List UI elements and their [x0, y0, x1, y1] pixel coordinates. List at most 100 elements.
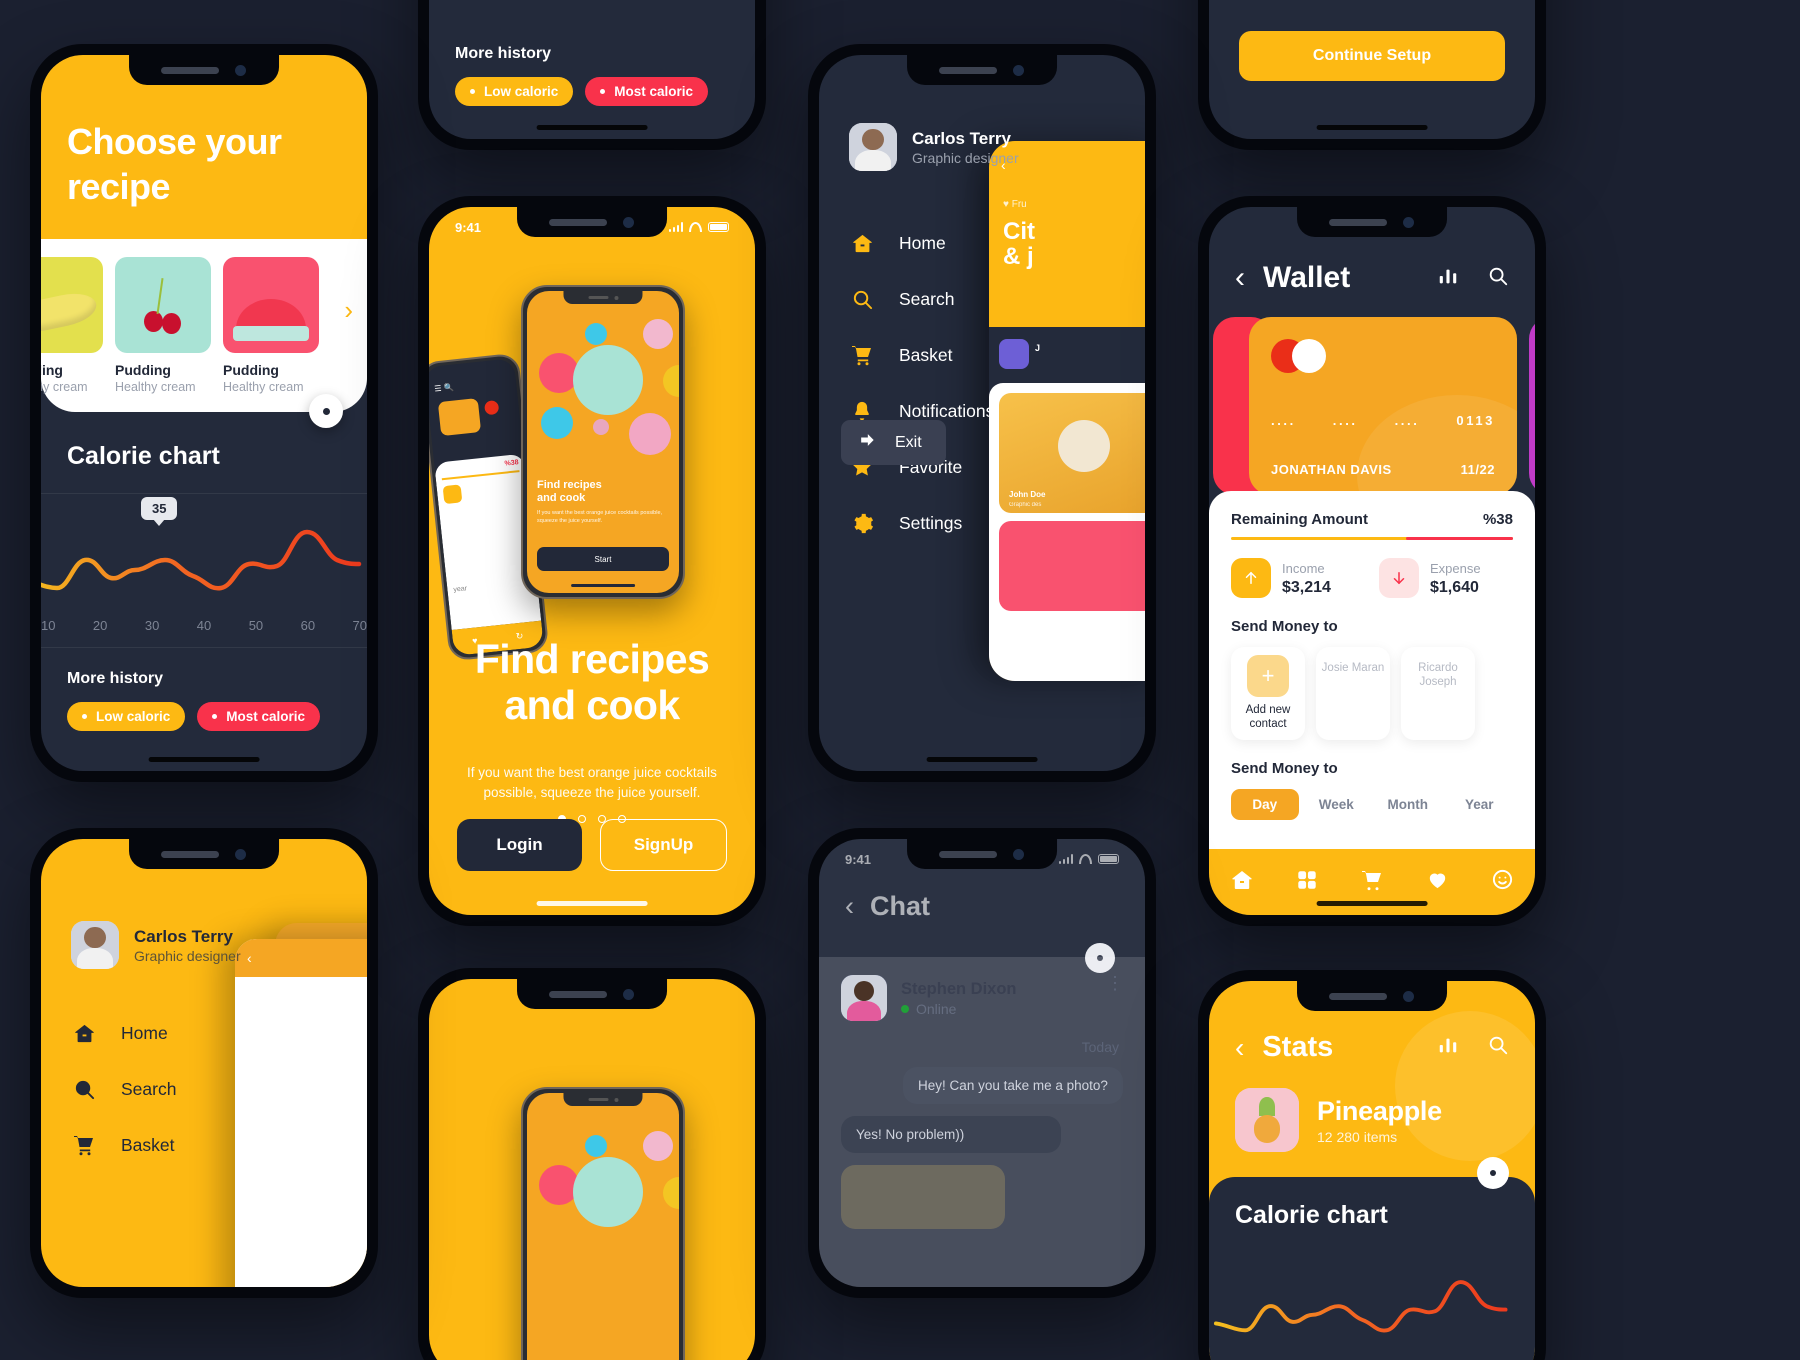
phone-recipe: Choose your recipe Pudding Healthy cream… [30, 44, 378, 782]
card-carousel[interactable]: 22 .... .... .... 0113 JONATHAN DAVIS 11… [1209, 317, 1535, 503]
mock-start-button[interactable]: Start [537, 547, 669, 571]
legend-low-caloric[interactable]: Low caloric [67, 702, 186, 731]
camera-icon [235, 848, 247, 860]
sidebar-item-search[interactable]: Search [71, 1061, 367, 1117]
recipe-subtitle: Healthy cream [41, 380, 88, 394]
showcase-canvas: More history Low caloric Most caloric Co… [0, 0, 1800, 1360]
scroll-down-button[interactable] [1477, 1157, 1509, 1189]
bubble-banana-icon [643, 1131, 673, 1161]
notch [129, 55, 279, 85]
contact-card[interactable]: Josie Maran [1316, 647, 1390, 740]
legend-dot-icon [600, 89, 606, 94]
nav-grid-icon[interactable] [1296, 869, 1318, 896]
chat-bubble-incoming: Yes! No problem)) [841, 1116, 1061, 1153]
speaker-icon [1329, 218, 1388, 226]
contact-card[interactable]: Ricardo Joseph [1401, 647, 1475, 740]
tab-month[interactable]: Month [1374, 789, 1442, 820]
battery-icon [708, 222, 729, 232]
recipe-card-carousel[interactable]: Pudding Healthy cream Pudding Healthy cr… [41, 239, 367, 428]
legend-dot-icon [82, 714, 87, 719]
page-title: Chat [870, 891, 930, 921]
tab-year[interactable]: Year [1446, 789, 1514, 820]
remaining-progress-bar [1231, 537, 1513, 540]
chevron-left-icon[interactable]: ‹ [1235, 1033, 1244, 1062]
sidebar-item-search[interactable]: Search [849, 271, 1145, 327]
sidebar-item-home[interactable]: Home [849, 215, 1145, 271]
bar-chart-icon[interactable] [1437, 265, 1459, 292]
credit-card-next[interactable]: JO [1529, 317, 1535, 495]
bubble-lemon-icon [663, 365, 679, 397]
remaining-percent: %38 [1482, 511, 1513, 528]
home-icon [71, 1022, 97, 1045]
x-tick: 30 [144, 618, 160, 633]
sidebar-item-basket[interactable]: Basket [71, 1117, 367, 1173]
sidebar-item-settings[interactable]: Settings [849, 495, 1145, 551]
profile-name: Carlos Terry [134, 926, 233, 946]
tab-week[interactable]: Week [1303, 789, 1371, 820]
camera-icon [1403, 216, 1415, 228]
home-indicator [148, 757, 260, 762]
plus-icon: + [1247, 655, 1289, 697]
more-history-heading: More history [67, 670, 164, 687]
notch [517, 207, 667, 237]
home-indicator [536, 125, 648, 130]
contact-name: Stephen Dixon [901, 979, 1017, 998]
recipe-name: Pudding [115, 362, 171, 378]
recipe-card[interactable]: Pudding Healthy cream [223, 257, 319, 394]
recipe-name: Pudding [41, 362, 63, 378]
chat-contact[interactable]: Stephen Dixon Online [841, 975, 1123, 1021]
continue-setup-button[interactable]: Continue Setup [1239, 31, 1505, 81]
arrow-down-icon [1379, 558, 1419, 598]
calorie-legend: Low caloric Most caloric [67, 702, 341, 731]
more-vertical-icon[interactable]: ⋮ [1106, 973, 1125, 994]
profile-name: Carlos Terry [912, 128, 1011, 148]
income-label: Income [1282, 560, 1325, 576]
exit-button[interactable]: Exit [841, 420, 946, 465]
recipe-card[interactable]: Pudding Healthy cream [41, 257, 103, 394]
legend-most-label: Most caloric [226, 709, 306, 724]
nav-smiley-icon[interactable] [1491, 868, 1514, 896]
remaining-amount-label: Remaining Amount [1231, 511, 1368, 528]
recipe-card[interactable]: Pudding Healthy cream [115, 257, 211, 394]
tab-day[interactable]: Day [1231, 788, 1299, 820]
gear-icon [849, 512, 875, 535]
sidebar-item-home[interactable]: Home [71, 1005, 367, 1061]
mock-subtitle: If you want the best orange juice cockta… [537, 510, 663, 525]
camera-icon [623, 988, 635, 1000]
calorie-legend: Low caloric Most caloric [455, 77, 729, 106]
contact-name: Ricardo Joseph [1418, 662, 1458, 689]
nav-heart-icon[interactable] [1426, 868, 1449, 896]
chart-line [41, 529, 362, 591]
carousel-next-chevron-right-icon[interactable]: › [344, 295, 353, 326]
card-number-group: 0113 [1456, 413, 1495, 428]
nav-basket-icon[interactable] [1360, 868, 1384, 897]
chevron-left-icon[interactable]: ‹ [1235, 263, 1245, 293]
chat-photo-attachment[interactable] [841, 1165, 1005, 1229]
chevron-left-icon[interactable]: ‹ [845, 893, 854, 920]
bubble-icon [585, 323, 607, 345]
notch [517, 979, 667, 1009]
cellular-icon [1058, 854, 1073, 864]
expense-value: $1,640 [1430, 578, 1479, 596]
avatar [849, 123, 897, 171]
legend-low-caloric[interactable]: Low caloric [455, 77, 574, 106]
calorie-chart: 35 10 20 30 40 50 60 70 [41, 493, 367, 648]
recipe-thumbnail [223, 257, 319, 353]
hero-title: Find recipes and cook [429, 636, 755, 729]
legend-most-label: Most caloric [614, 84, 694, 99]
login-button[interactable]: Login [457, 819, 582, 871]
add-new-contact-button[interactable]: + Add new contact [1231, 647, 1305, 740]
scroll-down-button[interactable] [309, 394, 343, 428]
mock-title: Find recipes and cook [537, 479, 602, 504]
signup-button[interactable]: SignUp [600, 819, 727, 871]
avatar [71, 921, 119, 969]
search-icon[interactable] [1487, 265, 1509, 292]
legend-most-caloric[interactable]: Most caloric [197, 702, 321, 731]
nav-home-icon[interactable] [1230, 868, 1254, 897]
send-money-heading: Send Money to [1231, 618, 1338, 635]
sidebar-item-label: Home [899, 232, 946, 253]
bubble-small-icon [541, 407, 573, 439]
sidebar-item-basket[interactable]: Basket [849, 327, 1145, 383]
credit-card-active[interactable]: .... .... .... 0113 JONATHAN DAVIS 11/22 [1249, 317, 1517, 495]
legend-most-caloric[interactable]: Most caloric [585, 77, 709, 106]
